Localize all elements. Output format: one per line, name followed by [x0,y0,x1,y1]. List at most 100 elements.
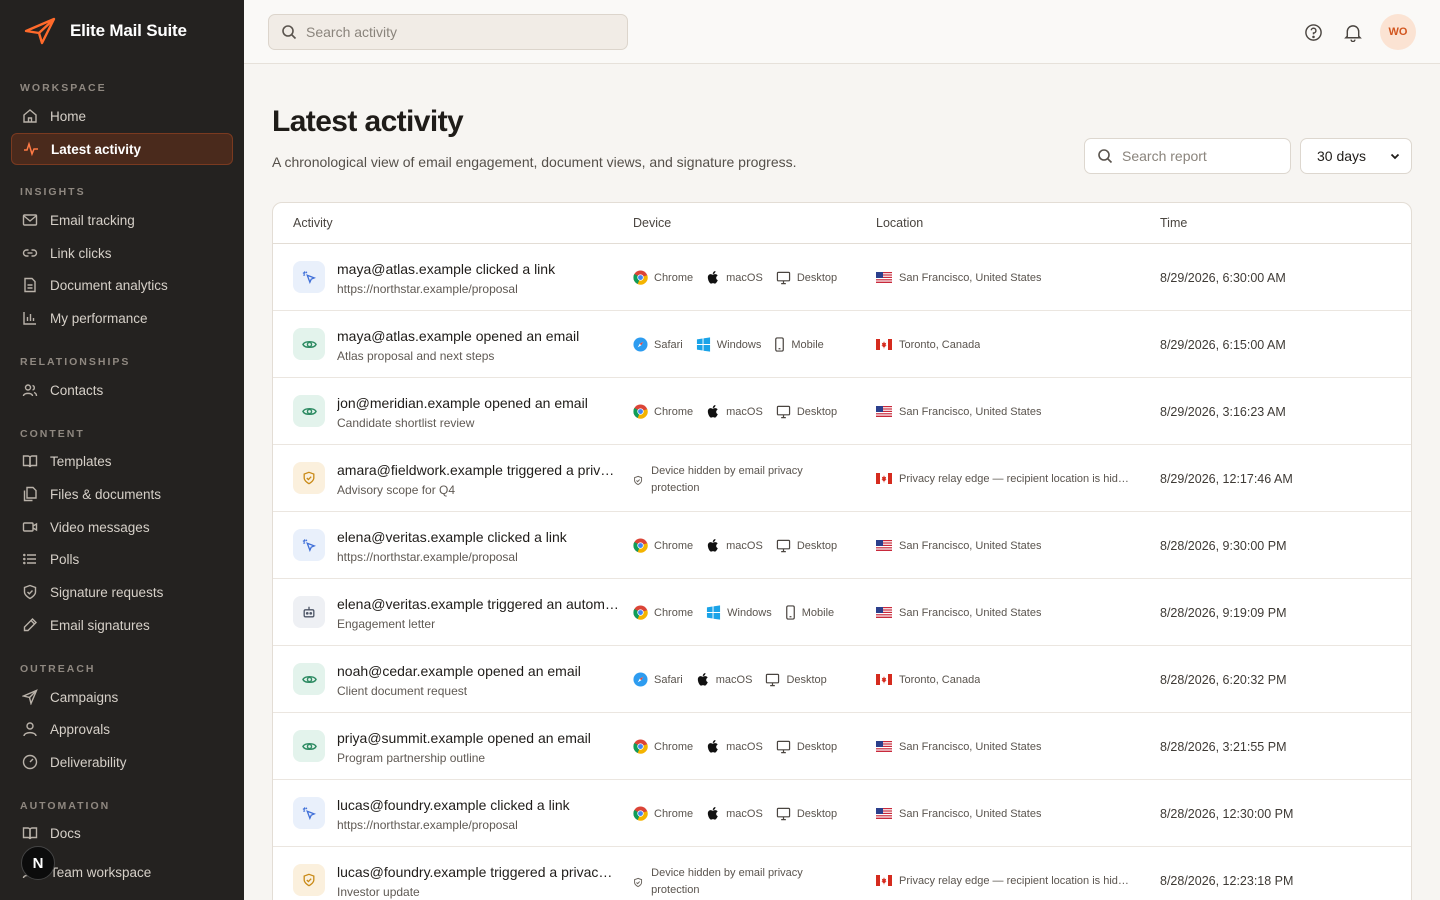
operating-system: Windows [706,605,772,620]
section-outreach: OUTREACH [20,663,96,675]
apple-icon [707,270,718,284]
location: San Francisco, United States [876,579,1041,646]
timestamp: 8/29/2026, 6:30:00 AM [1160,270,1286,285]
sidebar-item-docs[interactable]: Docs [11,817,233,849]
table-row[interactable]: amara@fieldwork.example triggered a priv… [273,445,1411,512]
canada-flag-icon [876,473,892,484]
sidebar-item-my-performance[interactable]: My performance [11,302,233,334]
table-row[interactable]: noah@cedar.example opened an email Client… [273,646,1411,713]
activity-title[interactable]: lucas@foundry.example clicked a link [337,797,619,813]
section-insights: INSIGHTS [20,186,86,198]
sidebar-item-email-tracking[interactable]: Email tracking [11,204,233,236]
activity-title[interactable]: noah@cedar.example opened an email [337,663,619,679]
table-row[interactable]: priya@summit.example opened an email Prog… [273,713,1411,780]
sidebar-item-label: Docs [50,825,81,841]
device-hidden-text: Device hidden by email privacy protectio… [651,465,803,494]
sidebar-item-deliverability[interactable]: Deliverability [11,746,233,778]
sidebar-item-latest-activity[interactable]: Latest activity [11,133,233,165]
column-header-location[interactable]: Location [876,216,923,230]
browser-name: Chrome [654,539,694,552]
cursor-click-icon [302,807,316,820]
avatar[interactable]: WO [1380,14,1416,50]
cursor-click-icon [302,271,316,284]
activity-title[interactable]: priya@summit.example opened an email [337,730,619,746]
sidebar-item-label: Contacts [50,382,104,398]
notifications-button[interactable] [1342,21,1364,43]
windows-icon [707,605,721,620]
location-text: San Francisco, United States [899,807,1042,820]
activity-title[interactable]: maya@atlas.example clicked a link [337,261,619,277]
activity-type-badge [293,261,325,293]
eye-icon [301,340,317,348]
device-info: Chrome macOS Desktop [633,713,850,780]
sidebar-item-files-documents[interactable]: Files & documents [11,478,233,510]
sidebar-item-label: Video messages [50,519,150,535]
table-header: Activity Device Location Time [273,203,1411,244]
date-range-select[interactable]: 30 days [1300,138,1412,174]
form-factor-name: Desktop [796,807,838,820]
location-text: San Francisco, United States [899,271,1042,284]
form-factor: Mobile [785,605,834,620]
column-header-time[interactable]: Time [1160,216,1187,230]
timestamp: 8/28/2026, 12:30:00 PM [1160,806,1294,821]
us-flag-icon [876,272,892,283]
sidebar-item-signature-requests[interactable]: Signature requests [11,576,233,608]
sidebar-item-label: Document analytics [50,277,168,293]
sidebar-item-label: My performance [50,310,148,326]
os-name: Windows [716,338,762,351]
activity-subtitle: https://northstar.example/proposal [337,818,518,832]
timestamp: 8/28/2026, 6:20:32 PM [1160,672,1287,687]
section-automation: AUTOMATION [20,800,111,812]
browser-name: Chrome [654,606,694,619]
sidebar-item-home[interactable]: Home [11,100,233,132]
table-row[interactable]: jon@meridian.example opened an email Cand… [273,378,1411,445]
sidebar-item-polls[interactable]: Polls [11,543,233,575]
activity-search[interactable] [268,14,628,50]
bell-icon [1344,24,1362,42]
apple-icon [707,739,718,753]
sidebar-item-approvals[interactable]: Approvals [11,713,233,745]
browser: Chrome [633,739,693,754]
table-row[interactable]: lucas@foundry.example clicked a link http… [273,780,1411,847]
column-header-device[interactable]: Device [633,216,671,230]
table-row[interactable]: lucas@foundry.example triggered a privac… [273,847,1411,900]
sidebar-item-document-analytics[interactable]: Document analytics [11,269,233,301]
search-input[interactable] [306,24,606,40]
activity-title[interactable]: lucas@foundry.example triggered a privac… [337,864,619,880]
browser: Safari [633,672,683,687]
safari-icon [633,672,648,687]
form-factor: Desktop [776,405,837,419]
table-row[interactable]: maya@atlas.example opened an email Atlas … [273,311,1411,378]
column-header-activity[interactable]: Activity [293,216,333,230]
activity-subtitle: Atlas proposal and next steps [337,349,495,363]
sidebar-item-templates[interactable]: Templates [11,445,233,477]
operating-system: macOS [706,739,763,754]
table-row[interactable]: maya@atlas.example clicked a link https:/… [273,244,1411,311]
sidebar-item-email-signatures[interactable]: Email signatures [11,609,233,641]
report-search[interactable] [1084,138,1291,174]
table-row[interactable]: elena@veritas.example triggered an autom… [273,579,1411,646]
sidebar-item-campaigns[interactable]: Campaigns [11,681,233,713]
report-search-input[interactable] [1122,148,1282,164]
browser-name: Chrome [654,405,694,418]
table-row[interactable]: elena@veritas.example clicked a link http… [273,512,1411,579]
sidebar-item-link-clicks[interactable]: Link clicks [11,237,233,269]
document-icon [24,277,36,293]
activity-title[interactable]: maya@atlas.example opened an email [337,328,619,344]
activity-title[interactable]: elena@veritas.example triggered an autom… [337,596,619,612]
brand[interactable]: Elite Mail Suite [24,17,187,45]
chrome-icon [633,806,648,821]
activity-title[interactable]: amara@fieldwork.example triggered a priv… [337,462,619,478]
location-text: San Francisco, United States [899,405,1042,418]
sidebar-item-label: Email tracking [50,212,135,228]
sidebar-item-video-messages[interactable]: Video messages [11,511,233,543]
activity-type-badge [293,395,325,427]
help-button[interactable] [1302,21,1324,43]
next-dev-badge[interactable]: N [21,846,55,880]
activity-title[interactable]: jon@meridian.example opened an email [337,395,619,411]
sidebar-item-contacts[interactable]: Contacts [11,374,233,406]
activity-title[interactable]: elena@veritas.example clicked a link [337,529,619,545]
us-flag-icon [876,406,892,417]
home-icon [23,109,37,123]
activity-subtitle: Advisory scope for Q4 [337,483,456,497]
